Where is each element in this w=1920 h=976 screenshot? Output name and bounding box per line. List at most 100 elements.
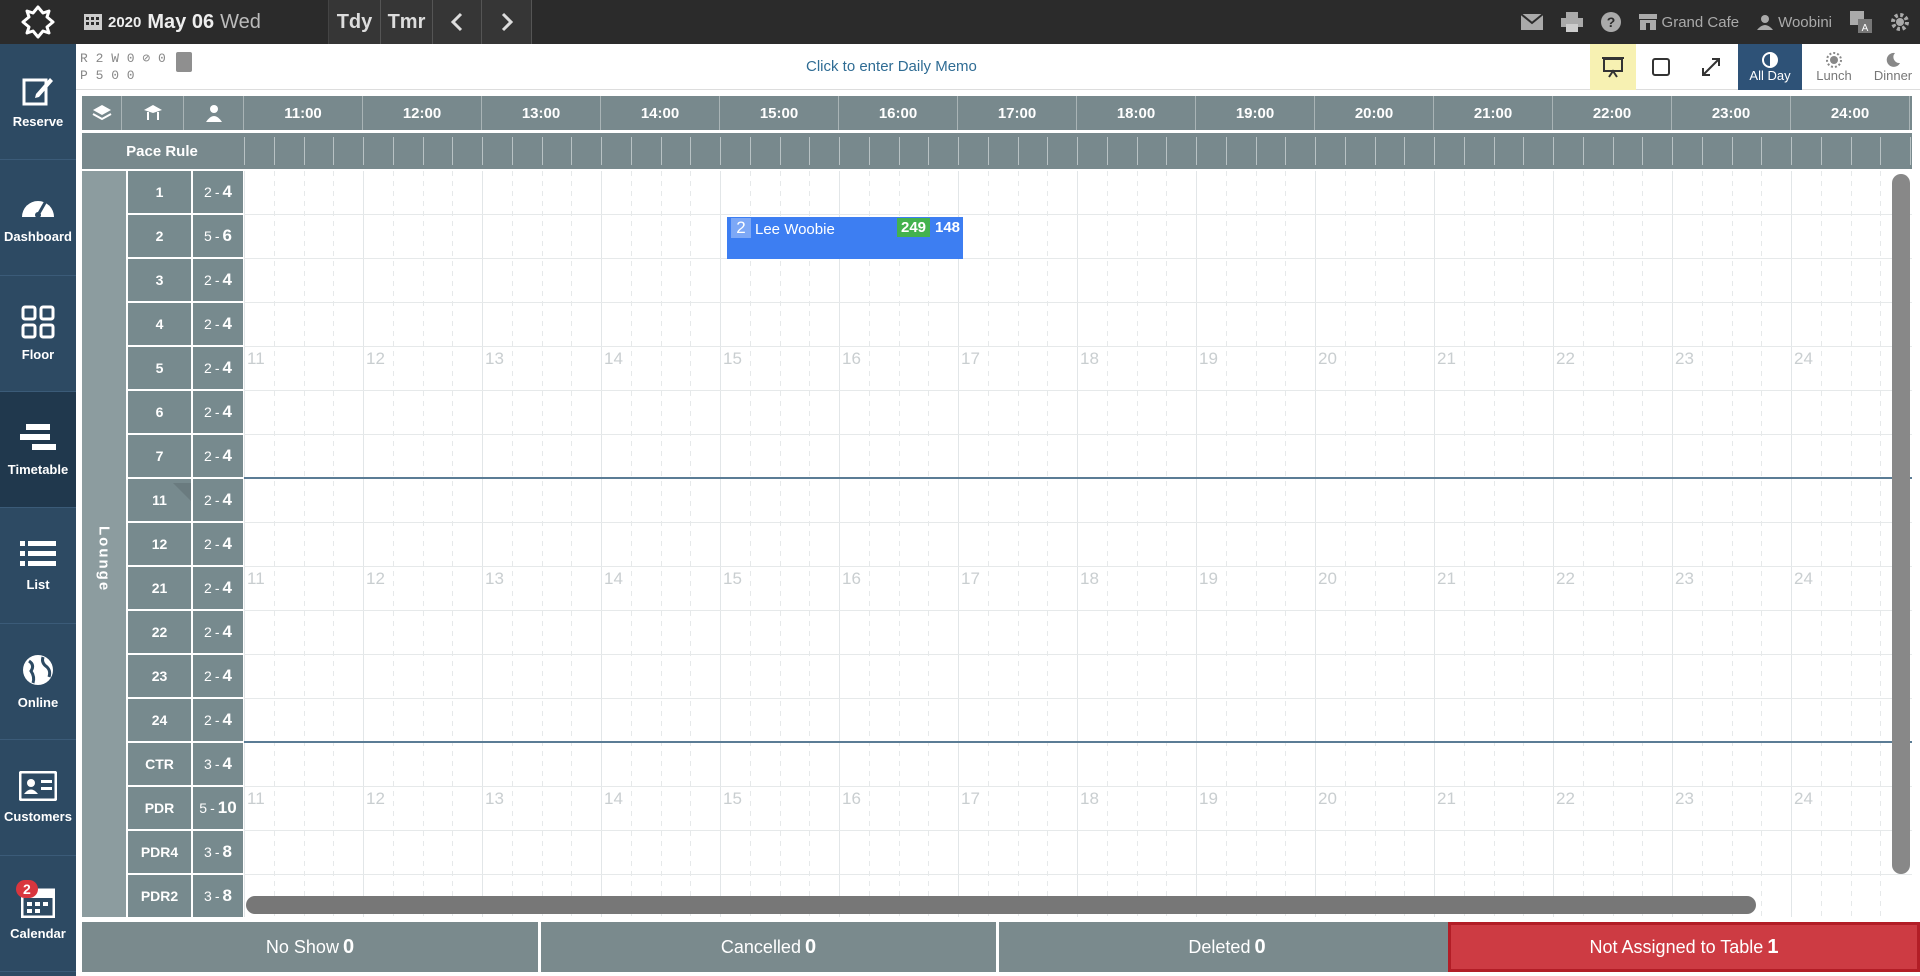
today-button[interactable]: Tdy <box>329 0 381 44</box>
no-show-button[interactable]: No Show 0 <box>82 922 538 972</box>
info-row: R 2 W 0 ⊘ 0 P 5 0 0 Click to enter Daily… <box>76 44 1920 90</box>
table-name[interactable]: 6 <box>128 391 191 433</box>
date-picker[interactable]: 2020 May 06 Wed <box>76 0 329 44</box>
quarter-gridline <box>630 171 632 917</box>
timetable-grid[interactable]: 11 12 13 14 15 16 17 18 19 20 21 22 23 24 11 12 13 14 15 16… <box>244 171 1912 917</box>
table-name[interactable]: CTR <box>128 743 191 785</box>
reservation-number-a: 249 <box>897 218 931 237</box>
table-name[interactable]: 2 <box>128 215 191 257</box>
table-name[interactable]: PDR4 <box>128 831 191 873</box>
cancelled-button[interactable]: Cancelled 0 <box>541 922 996 972</box>
svg-text:A: A <box>1862 23 1869 33</box>
capacity-dash: - <box>214 624 220 640</box>
expand-button[interactable] <box>1688 44 1734 90</box>
store-selector[interactable]: Grand Cafe <box>1638 14 1739 31</box>
sidebar-item-timetable[interactable]: Timetable <box>0 392 76 508</box>
hour-number: 16 <box>842 349 861 368</box>
table-capacity: 3-8 <box>193 875 243 917</box>
pace-tick <box>571 137 573 165</box>
tomorrow-button[interactable]: Tmr <box>381 0 433 44</box>
memo-icon[interactable] <box>176 52 192 72</box>
table-name[interactable]: 5 <box>128 347 191 389</box>
all-day-label: All Day <box>1749 67 1791 83</box>
hour-number: 23 <box>1675 569 1694 588</box>
capacity-max: 4 <box>222 490 232 509</box>
table-name[interactable]: PDR <box>128 787 191 829</box>
sidebar-item-calendar[interactable]: Calendar 2 <box>0 856 76 972</box>
table-name[interactable]: 23 <box>128 655 191 697</box>
hour-number: 12 <box>366 569 385 588</box>
table-name[interactable]: 7 <box>128 435 191 477</box>
capacity-min: 3 <box>204 888 212 904</box>
printer-icon[interactable] <box>1560 12 1583 32</box>
table-name[interactable]: 1 <box>128 171 191 213</box>
row-gridline <box>244 346 1912 347</box>
timeline-header: 11:00 12:00 13:00 14:00 15:00 16:00 17:00 18:00… <box>82 96 1912 130</box>
hour-gridline <box>1672 171 1673 917</box>
translate-icon[interactable]: A <box>1850 11 1872 33</box>
pace-tick <box>1910 137 1911 165</box>
quarter-gridline <box>303 171 305 917</box>
gear-icon[interactable] <box>1890 12 1910 32</box>
quarter-gridline <box>987 171 989 917</box>
hour-number: 11 <box>247 789 265 808</box>
table-capacity: 2-4 <box>193 435 243 477</box>
checkbox-toggle[interactable] <box>1638 44 1684 90</box>
horizontal-scrollbar[interactable] <box>246 896 1756 914</box>
reservation-guest-name: Lee Woobie <box>755 221 835 238</box>
presentation-view-button[interactable] <box>1590 44 1636 90</box>
pace-tick <box>958 137 959 165</box>
not-assigned-button[interactable]: Not Assigned to Table 1 <box>1448 922 1920 972</box>
table-name[interactable]: 24 <box>128 699 191 741</box>
chevron-right-icon <box>501 12 513 32</box>
table-capacity: 3-4 <box>193 743 243 785</box>
sidebar-label-reserve: Reserve <box>12 114 64 129</box>
stats-line-people: P 5 0 0 <box>80 68 135 83</box>
capacity-dash: - <box>214 756 220 772</box>
current-year: 2020 <box>108 13 142 31</box>
table-name[interactable]: 4 <box>128 303 191 345</box>
view-lunch-button[interactable]: Lunch <box>1804 44 1864 90</box>
gauge-icon <box>22 200 54 218</box>
hour-number: 24 <box>1794 349 1813 368</box>
pace-tick <box>422 137 424 165</box>
table-name[interactable]: 22 <box>128 611 191 653</box>
pace-tick <box>1672 137 1673 165</box>
reservation-block[interactable]: 2 Lee Woobie 249 148 <box>727 217 963 259</box>
capacity-dash: - <box>214 316 220 332</box>
user-menu[interactable]: Woobini <box>1757 14 1832 31</box>
hour-gridline <box>601 171 602 917</box>
sidebar-item-dashboard[interactable]: Dashboard <box>0 160 76 276</box>
top-bar: 2020 May 06 Wed Tdy Tmr ? Grand Cafe Woo… <box>0 0 1920 44</box>
view-all-day-button[interactable]: All Day <box>1738 44 1802 90</box>
mail-icon[interactable] <box>1520 14 1543 30</box>
hour-number: 22 <box>1556 569 1575 588</box>
table-sort-button[interactable] <box>122 96 184 130</box>
next-day-button[interactable] <box>482 0 532 44</box>
table-name[interactable]: 3 <box>128 259 191 301</box>
deleted-button[interactable]: Deleted 0 <box>999 922 1455 972</box>
view-dinner-button[interactable]: Dinner <box>1866 44 1920 90</box>
help-icon[interactable]: ? <box>1600 12 1621 32</box>
pace-tick <box>1553 137 1554 165</box>
sidebar-item-reserve[interactable]: Reserve <box>0 44 76 160</box>
app-logo[interactable] <box>0 0 76 44</box>
sidebar-item-customers[interactable]: Customers <box>0 740 76 856</box>
sidebar-item-floor[interactable]: Floor <box>0 276 76 392</box>
prev-day-button[interactable] <box>433 0 482 44</box>
daily-memo[interactable]: Click to enter Daily Memo <box>806 58 977 75</box>
capacity-sort-button[interactable] <box>184 96 244 130</box>
quarter-gridline <box>392 171 394 917</box>
pace-tick <box>1582 137 1584 165</box>
globe-icon <box>23 655 53 685</box>
table-name[interactable]: 12 <box>128 523 191 565</box>
capacity-dash: - <box>214 360 220 376</box>
square-icon <box>1652 58 1670 76</box>
table-name[interactable]: PDR2 <box>128 875 191 917</box>
sidebar-item-online[interactable]: Online <box>0 624 76 740</box>
vertical-scrollbar[interactable] <box>1892 174 1910 874</box>
layers-button[interactable] <box>82 96 122 130</box>
hour-gridline <box>1315 171 1316 917</box>
table-name[interactable]: 21 <box>128 567 191 609</box>
sidebar-item-list[interactable]: List <box>0 508 76 624</box>
